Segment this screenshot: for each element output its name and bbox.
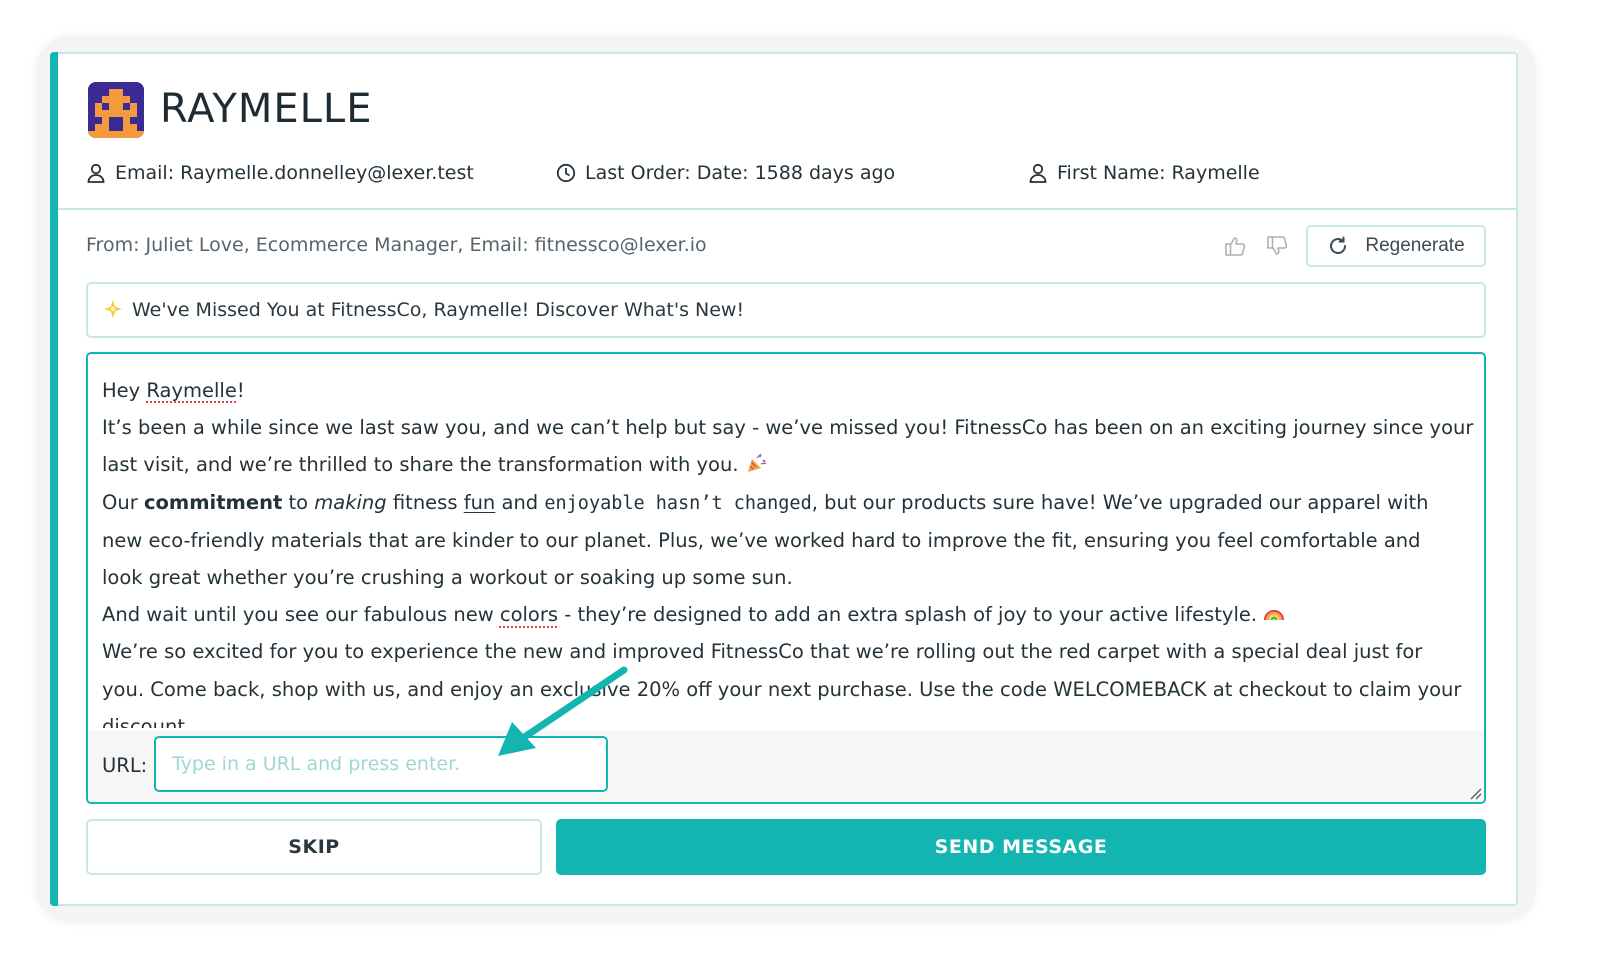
sender-info: From: Juliet Love, Ecommerce Manager, Em… xyxy=(86,234,707,256)
skip-button[interactable]: SKIP xyxy=(86,819,542,875)
card-accent-bar xyxy=(50,52,58,906)
refresh-icon xyxy=(1327,235,1349,257)
thumbs-down-icon[interactable] xyxy=(1266,234,1290,258)
user-icon xyxy=(86,162,106,184)
customer-email-text: Email: Raymelle.donnelley@lexer.test xyxy=(115,162,474,184)
customer-first-name: First Name: Raymelle xyxy=(1028,160,1260,186)
message-line: you. Come back, shop with us, and enjoy … xyxy=(102,677,1462,701)
message-editor[interactable]: Hey Raymelle! It’s been a while since we… xyxy=(86,352,1486,804)
header-divider xyxy=(58,208,1516,210)
customer-avatar xyxy=(88,82,144,138)
subject-field[interactable]: We've Missed You at FitnessCo, Raymelle!… xyxy=(86,282,1486,338)
message-line: last visit, and we’re thrilled to share … xyxy=(102,446,1474,483)
resize-handle-icon[interactable] xyxy=(1468,786,1482,800)
customer-first-name-text: First Name: Raymelle xyxy=(1057,162,1260,184)
url-label: URL: xyxy=(102,754,148,777)
customer-last-order: Last Order: Date: 1588 days ago xyxy=(556,160,895,186)
thumbs-up-icon[interactable] xyxy=(1224,234,1248,258)
subject-text: We've Missed You at FitnessCo, Raymelle!… xyxy=(132,299,745,321)
message-line: And wait until you see our fabulous new … xyxy=(102,596,1474,633)
spellcheck-word: Raymelle xyxy=(146,379,237,402)
message-body[interactable]: Hey Raymelle! It’s been a while since we… xyxy=(102,372,1474,728)
message-line: Hey Raymelle! xyxy=(102,379,245,402)
message-line: new eco-friendly materials that are kind… xyxy=(102,528,1421,552)
send-message-button[interactable]: SEND MESSAGE xyxy=(556,819,1486,875)
url-row: URL: xyxy=(88,730,1484,802)
message-line: Our commitment to making fitness fun and… xyxy=(102,490,1429,514)
rainbow-icon xyxy=(1263,599,1285,621)
customer-name: RAYMELLE xyxy=(160,86,373,132)
clock-icon xyxy=(556,162,576,184)
customer-last-order-text: Last Order: Date: 1588 days ago xyxy=(585,162,896,184)
user-icon xyxy=(1028,162,1048,184)
party-popper-icon xyxy=(745,449,767,473)
message-line: discount. xyxy=(102,714,192,728)
message-line: look great whether you’re crushing a wor… xyxy=(102,566,793,590)
message-line: It’s been a while since we last saw you,… xyxy=(102,416,1474,440)
url-input[interactable] xyxy=(154,736,608,792)
regenerate-label: Regenerate xyxy=(1365,235,1465,256)
regenerate-button[interactable]: Regenerate xyxy=(1306,225,1486,267)
customer-email: Email: Raymelle.donnelley@lexer.test xyxy=(86,160,474,186)
sparkle-icon xyxy=(102,299,124,321)
spellcheck-word: colors xyxy=(499,603,559,627)
message-line: We’re so excited for you to experience t… xyxy=(102,640,1423,664)
